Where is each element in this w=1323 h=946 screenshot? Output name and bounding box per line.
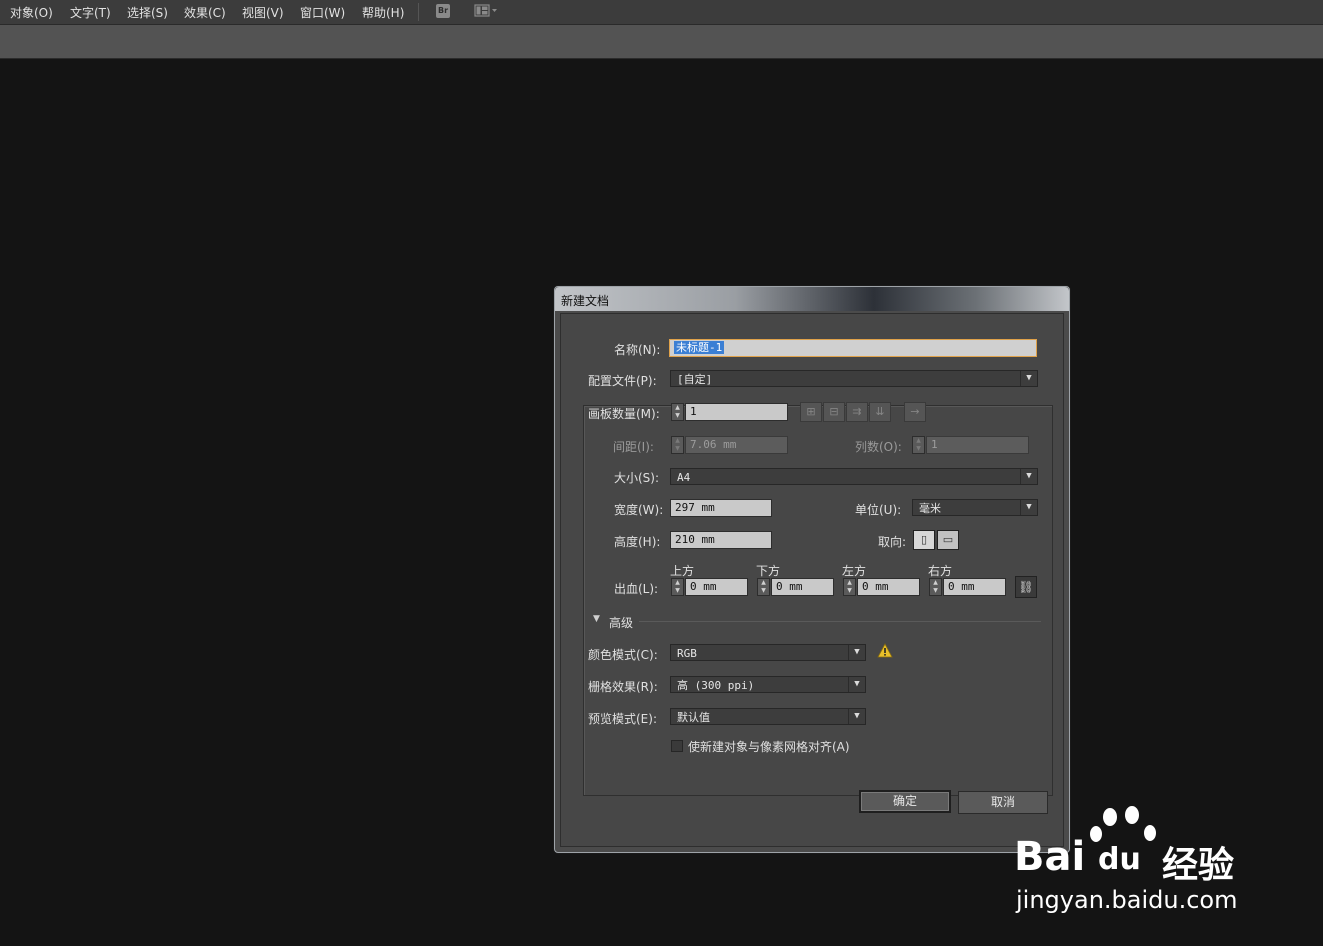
baidu-jingyan-watermark: Bai du 经验 jingyan.baidu.com xyxy=(1012,806,1262,916)
grid-by-row-icon[interactable]: ⊞ xyxy=(800,402,822,422)
units-dropdown[interactable]: 毫米 ▼ xyxy=(912,499,1038,516)
control-bar xyxy=(0,25,1323,59)
new-document-dialog: 新建文档 名称(N): 未标题-1 配置文件(P): [自定] ▼ 画板数量(M… xyxy=(554,286,1070,853)
chevron-down-icon: ▼ xyxy=(848,645,865,660)
bleed-bottom-stepper[interactable]: ▲ ▼ xyxy=(757,578,770,596)
raster-effects-label: 栅格效果(R): xyxy=(588,680,658,694)
menu-type[interactable]: 文字(T) xyxy=(70,4,111,21)
columns-input[interactable]: 1 xyxy=(926,436,1029,454)
menu-effect[interactable]: 效果(C) xyxy=(184,4,226,21)
link-bleed-icon[interactable]: ⛓ xyxy=(1015,576,1037,598)
menu-separator xyxy=(418,3,419,21)
bleed-bottom-input[interactable]: 0 mm xyxy=(771,578,834,596)
units-value: 毫米 xyxy=(919,502,941,515)
bleed-right-stepper[interactable]: ▲ ▼ xyxy=(929,578,942,596)
name-input[interactable]: 未标题-1 xyxy=(669,339,1037,357)
menu-view[interactable]: 视图(V) xyxy=(242,4,284,21)
bleed-right-input[interactable]: 0 mm xyxy=(943,578,1006,596)
menu-window[interactable]: 窗口(W) xyxy=(300,4,345,21)
profile-value: [自定] xyxy=(677,373,713,386)
size-dropdown[interactable]: A4 ▼ xyxy=(670,468,1038,485)
height-label: 高度(H): xyxy=(614,535,661,549)
bridge-icon[interactable]: Br xyxy=(436,4,450,18)
bleed-top-input[interactable]: 0 mm xyxy=(685,578,748,596)
width-label: 宽度(W): xyxy=(614,503,664,517)
advanced-label: 高级 xyxy=(609,616,634,630)
bleed-top-label: 上方 xyxy=(670,564,695,578)
chevron-down-icon: ▼ xyxy=(1020,500,1037,515)
dialog-titlebar[interactable]: 新建文档 xyxy=(555,287,1069,311)
landscape-icon[interactable]: ▭ xyxy=(937,530,959,550)
width-input[interactable]: 297 mm xyxy=(670,499,772,517)
profile-label: 配置文件(P): xyxy=(588,374,657,388)
bleed-left-label: 左方 xyxy=(842,564,867,578)
artboards-label: 画板数量(M): xyxy=(588,407,660,421)
color-mode-label: 颜色模式(C): xyxy=(588,648,658,662)
bleed-top-stepper[interactable]: ▲ ▼ xyxy=(671,578,684,596)
bleed-label: 出血(L): xyxy=(614,582,659,596)
name-input-value: 未标题-1 xyxy=(674,341,725,354)
collapse-triangle-icon[interactable]: ▼ xyxy=(593,614,600,624)
size-value: A4 xyxy=(677,471,691,484)
watermark-brand-cn: 经验 xyxy=(1162,845,1235,886)
artboards-stepper[interactable]: ▲ ▼ xyxy=(671,403,684,421)
align-pixel-grid-checkbox[interactable] xyxy=(671,740,683,752)
bleed-left-stepper[interactable]: ▲ ▼ xyxy=(843,578,856,596)
color-mode-value: RGB xyxy=(677,647,697,660)
menu-select[interactable]: 选择(S) xyxy=(127,4,168,21)
bleed-right-label: 右方 xyxy=(928,564,953,578)
arrange-by-row-icon[interactable]: ⇉ xyxy=(846,402,868,422)
height-input[interactable]: 210 mm xyxy=(670,531,772,549)
grid-by-column-icon[interactable]: ⊟ xyxy=(823,402,845,422)
units-label: 单位(U): xyxy=(855,503,902,517)
columns-label: 列数(O): xyxy=(855,440,902,454)
chevron-down-icon: ▼ xyxy=(848,677,865,692)
spacing-input[interactable]: 7.06 mm xyxy=(685,436,788,454)
columns-stepper[interactable]: ▲ ▼ xyxy=(912,436,925,454)
raster-effects-value: 高 (300 ppi) xyxy=(677,679,755,692)
advanced-divider xyxy=(639,621,1041,622)
preview-mode-value: 默认值 xyxy=(677,711,710,724)
menu-help[interactable]: 帮助(H) xyxy=(362,4,404,21)
preview-mode-dropdown[interactable]: 默认值 ▼ xyxy=(670,708,866,725)
dialog-title: 新建文档 xyxy=(561,294,610,308)
name-label: 名称(N): xyxy=(614,343,661,357)
dialog-body: 名称(N): 未标题-1 配置文件(P): [自定] ▼ 画板数量(M): ▲ ▼… xyxy=(560,313,1064,847)
artboards-input[interactable]: 1 xyxy=(685,403,788,421)
menu-object[interactable]: 对象(O) xyxy=(10,4,53,21)
right-to-left-icon[interactable]: → xyxy=(904,402,926,422)
profile-dropdown[interactable]: [自定] ▼ xyxy=(670,370,1038,387)
bleed-left-input[interactable]: 0 mm xyxy=(857,578,920,596)
align-pixel-grid-label: 使新建对象与像素网格对齐(A) xyxy=(688,740,850,754)
watermark-brand: Bai xyxy=(1014,834,1086,880)
ok-button[interactable]: 确定 xyxy=(859,790,951,813)
chevron-down-icon: ▼ xyxy=(1020,371,1037,386)
chevron-down-icon: ▼ xyxy=(848,709,865,724)
size-label: 大小(S): xyxy=(614,471,660,485)
spacing-label: 间距(I): xyxy=(613,440,654,454)
orientation-label: 取向: xyxy=(878,535,907,549)
portrait-icon[interactable]: ▯ xyxy=(913,530,935,550)
chevron-down-icon: ▼ xyxy=(1020,469,1037,484)
bleed-bottom-label: 下方 xyxy=(756,564,781,578)
menu-bar: 对象(O) 文字(T) 选择(S) 效果(C) 视图(V) 窗口(W) 帮助(H… xyxy=(0,0,1323,25)
spacing-stepper[interactable]: ▲ ▼ xyxy=(671,436,684,454)
watermark-brand-suffix: du xyxy=(1098,842,1141,877)
watermark-url: jingyan.baidu.com xyxy=(1016,886,1238,914)
color-mode-dropdown[interactable]: RGB ▼ xyxy=(670,644,866,661)
arrange-by-column-icon[interactable]: ⇊ xyxy=(869,402,891,422)
workspace-switcher-icon[interactable] xyxy=(474,4,498,18)
raster-effects-dropdown[interactable]: 高 (300 ppi) ▼ xyxy=(670,676,866,693)
preview-mode-label: 预览模式(E): xyxy=(588,712,657,726)
warning-icon xyxy=(877,643,893,658)
